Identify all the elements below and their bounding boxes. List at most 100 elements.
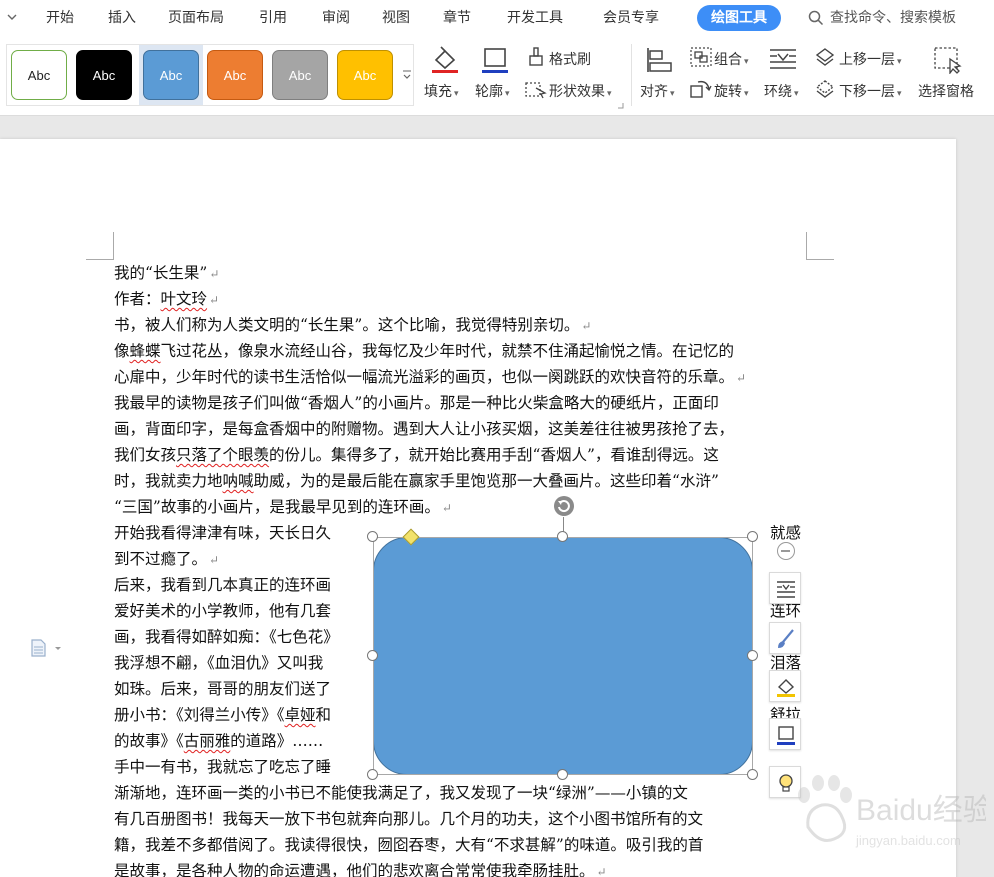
caret-down-icon: ▾: [670, 89, 675, 99]
doc-line: 是故事，是各种人物的命运遭遇，他们的悲欢离合常常使我牵肠挂肚。 ↵: [114, 862, 607, 877]
format-painter-button[interactable]: 格式刷: [549, 49, 591, 69]
doc-line: 有几百册图书！我每天一放下书包就奔向那儿。几个月的功夫，这个小图书馆所有的文: [114, 810, 704, 828]
wrapped-line-left: 后来，我看到几本真正的连环画: [114, 576, 332, 594]
menu-tab-developer[interactable]: 开发工具: [507, 0, 563, 36]
search-command-box[interactable]: 查找命令、搜索模板: [808, 0, 956, 36]
ribbon-toolbar: Abc Abc Abc Abc Abc Abc 填充 ▾ 轮廓 ▾ 格式刷 形状效果…: [0, 36, 994, 116]
search-placeholder: 查找命令、搜索模板: [830, 10, 956, 26]
layout-options-button[interactable]: [769, 572, 801, 604]
rotate-button[interactable]: 旋转 ▾: [714, 81, 749, 101]
shape-effect-button[interactable]: 形状效果 ▾: [549, 81, 612, 101]
resize-handle-bottom-left[interactable]: [367, 769, 378, 780]
doc-line: 我最早的读物是孩子们叫做“香烟人”的小画片。那是一种比火柴盒略大的硬纸片，正面印: [114, 394, 719, 412]
menu-tab-start[interactable]: 开始: [46, 0, 74, 36]
shape-effect-label: 形状效果: [549, 84, 605, 100]
doc-line: 心扉中，少年时代的读书生活恰似一幅流光溢彩的画页，也似一阕跳跃的欢快音符的乐章。…: [114, 368, 747, 386]
menu-tab-chapter[interactable]: 章节: [443, 0, 471, 36]
watermark-text: Baidu经验: [856, 794, 986, 827]
style-swatch-yellow[interactable]: Abc: [337, 50, 393, 100]
doc-line: 渐渐地，连环画一类的小书已不能使我满足了，我又发现了一块“绿洲”——小镇的文: [114, 784, 688, 802]
align-icon[interactable]: [645, 46, 675, 74]
document-layout-icon[interactable]: [30, 639, 64, 657]
caret-down-icon: ▾: [897, 89, 902, 99]
shape-outline-button[interactable]: [769, 718, 801, 750]
shape-fill-button[interactable]: [769, 670, 801, 702]
caret-down-icon: ▾: [744, 89, 749, 99]
menu-tab-membership[interactable]: 会员专享: [603, 0, 659, 36]
rotate-icon: [690, 80, 712, 98]
resize-handle-left[interactable]: [367, 650, 378, 661]
ribbon-separator: [631, 44, 632, 106]
fill-label: 填充: [424, 84, 452, 100]
outline-square-icon[interactable]: [481, 46, 509, 74]
text-wrap-icon: [777, 581, 795, 598]
outline-button[interactable]: 轮廓 ▾: [475, 81, 510, 101]
shape-style-button[interactable]: [769, 622, 801, 654]
style-swatch-white[interactable]: Abc: [11, 50, 67, 100]
format-painter-icon: [529, 47, 543, 66]
selection-pane-button[interactable]: 选择窗格: [918, 81, 974, 101]
style-swatch-black[interactable]: Abc: [76, 50, 132, 100]
menu-tab-view[interactable]: 视图: [382, 0, 410, 36]
shape-style-gallery: Abc Abc Abc Abc Abc Abc: [6, 44, 414, 106]
doc-line: 画，背面印字，是每盒香烟中的附赠物。遇到大人让小孩买烟，这美差往往被男孩抢了去，: [114, 420, 735, 438]
wrap-label: 环绕: [764, 84, 792, 100]
dialog-launcher-icon[interactable]: [617, 102, 624, 109]
menu-tab-drawing-tools[interactable]: 绘图工具: [697, 5, 781, 31]
wrapped-line-left: 到不过瘾了。 ↵: [114, 550, 220, 568]
send-backward-label: 下移一层: [839, 84, 895, 100]
doc-line: “三国”故事的小画片，是我最早见到的连环画。 ↵: [114, 498, 452, 516]
style-swatch-orange[interactable]: Abc: [207, 50, 263, 100]
wrapped-line-left: 如珠。后来，哥哥的朋友们送了: [114, 680, 332, 698]
watermark-sub: jingyan.baidu.com: [855, 833, 961, 848]
resize-handle-top-left[interactable]: [367, 531, 378, 542]
resize-handle-right[interactable]: [747, 650, 758, 661]
send-backward-icon: [815, 80, 835, 98]
style-swatch-gray[interactable]: Abc: [272, 50, 328, 100]
gallery-more-icon[interactable]: [402, 69, 412, 81]
doc-line: 时，我就卖力地呐喊助威，为的是最后能在赢家手里饱览那一大叠画片。这些印着“水浒”: [114, 472, 719, 490]
resize-handle-bottom[interactable]: [557, 769, 568, 780]
align-button[interactable]: 对齐 ▾: [640, 81, 675, 101]
bring-forward-button[interactable]: 上移一层 ▾: [839, 49, 902, 69]
fill-button[interactable]: 填充 ▾: [424, 81, 459, 101]
rotate-handle-icon[interactable]: [553, 495, 575, 517]
bring-forward-label: 上移一层: [839, 52, 895, 68]
send-backward-button[interactable]: 下移一层 ▾: [839, 81, 902, 101]
wrapped-line-left: 我浮想不翩，《血泪仇》又叫我: [114, 654, 324, 672]
wrapped-line-left: 册小书：《刘得兰小传》《卓娅和: [114, 706, 332, 724]
outline-label: 轮廓: [475, 84, 503, 100]
align-label: 对齐: [640, 84, 668, 100]
margin-corner-top-right: [806, 232, 834, 260]
doc-line: 像蜂蝶飞过花丛，像泉水流经山谷，我每忆及少年时代，就禁不住涌起愉悦之情。在记忆的: [114, 342, 735, 360]
group-label: 组合: [714, 52, 742, 68]
chevron-down-icon[interactable]: [6, 12, 18, 24]
wrapped-line-left: 开始我看得津津有味，天长日久: [114, 524, 332, 542]
group-button[interactable]: 组合 ▾: [714, 49, 749, 69]
menu-tab-page-layout[interactable]: 页面布局: [168, 0, 224, 36]
resize-handle-bottom-right[interactable]: [747, 769, 758, 780]
resize-handle-top-right[interactable]: [747, 531, 758, 542]
brush-icon: [778, 629, 794, 648]
wrap-button[interactable]: 环绕 ▾: [764, 81, 799, 101]
collapse-toolbar-button[interactable]: [777, 542, 795, 560]
menu-tab-references[interactable]: 引用: [259, 0, 287, 36]
baidu-watermark-logo: Baidu经验 jingyan.baidu.com: [798, 775, 986, 848]
author-text: 作者：叶文玲: [114, 290, 208, 308]
group-icon: [690, 47, 712, 67]
caret-down-icon: ▾: [607, 89, 612, 99]
doc-line: 作者：叶文玲 ↵: [114, 290, 220, 308]
text-wrap-icon[interactable]: [768, 46, 798, 74]
selection-pane-icon[interactable]: [933, 46, 963, 74]
wrapped-line-left: 手中一有书，我就忘了吃忘了睡: [114, 758, 332, 776]
paint-bucket-icon: [777, 679, 795, 697]
doc-line: 我们女孩只落了个眼羡的份儿。集得多了，就开始比赛用手刮“香烟人”，看谁刮得远。这: [114, 446, 719, 464]
menu-tab-review[interactable]: 审阅: [322, 0, 350, 36]
paint-bucket-icon[interactable]: [430, 46, 460, 74]
menu-tab-insert[interactable]: 插入: [108, 0, 136, 36]
shape-effect-icon: [525, 82, 547, 99]
resize-handle-top[interactable]: [557, 531, 568, 542]
style-swatch-blue[interactable]: Abc: [143, 50, 199, 100]
caret-down-icon: ▾: [454, 89, 459, 99]
margin-corner-top-left: [86, 232, 114, 260]
